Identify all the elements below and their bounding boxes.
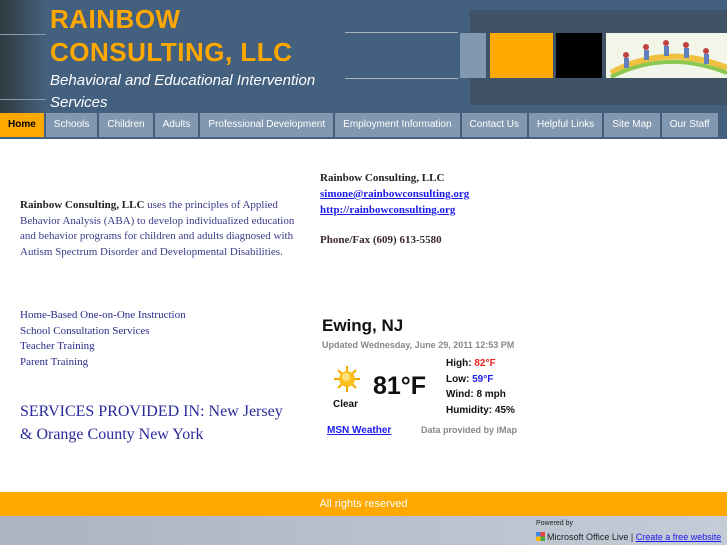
powered-by-bar: Powered by Microsoft Office Live | Creat… [0, 516, 727, 545]
powered-by-label: Powered by [536, 520, 573, 527]
create-website-link[interactable]: Create a free website [636, 532, 722, 542]
weather-updated: Updated Wednesday, June 29, 2011 12:53 P… [322, 340, 515, 350]
contact-name: Rainbow Consulting, LLC [320, 172, 445, 184]
separator: | [628, 532, 636, 542]
weather-low: Low: 59°F [446, 372, 515, 388]
divider [0, 137, 727, 139]
platform-line: Microsoft Office Live | Create a free we… [536, 532, 721, 542]
service-item: Home-Based One-on-One Instruction [20, 309, 186, 321]
nav-home[interactable]: Home [0, 113, 44, 137]
site-title: RAINBOW [50, 4, 181, 34]
high-value: 82°F [474, 358, 496, 369]
decor-square [490, 33, 553, 78]
nav-professional-development[interactable]: Professional Development [200, 113, 334, 137]
copyright: All rights reserved [319, 498, 408, 510]
nav-adults[interactable]: Adults [154, 113, 199, 137]
email-link[interactable]: simone@rainbowconsulting.org [320, 186, 469, 202]
weather-details: High: 82°F Low: 59°F Wind: 8 mph Humidit… [446, 356, 515, 418]
divider [345, 32, 458, 33]
weather-temp: 81°F [373, 372, 427, 400]
rainbow-kids-image [606, 33, 727, 78]
weather-widget: Ewing, NJ Updated Wednesday, June 29, 20… [322, 316, 532, 446]
weather-provider: Data provided by iMap [421, 425, 518, 435]
contact-block: Rainbow Consulting, LLC simone@rainbowco… [320, 170, 469, 248]
main-nav: Home Schools Children Adults Professiona… [0, 113, 727, 138]
nav-contact-us[interactable]: Contact Us [461, 113, 528, 137]
decor-square [556, 33, 602, 78]
site-subtitle: Behavioral and Educational Intervention … [50, 72, 316, 111]
weather-city: Ewing, NJ [322, 316, 404, 335]
divider [0, 34, 46, 35]
services-list: Home-Based One-on-One Instruction School… [20, 308, 186, 370]
decor-square [460, 33, 486, 78]
footer: All rights reserved [0, 492, 727, 516]
service-item: School Consultation Services [20, 324, 150, 337]
low-value: 59°F [472, 373, 494, 385]
weather-wind: Wind: 8 mph [446, 389, 506, 400]
weather-high: High: 82°F [446, 356, 515, 372]
nav-site-map[interactable]: Site Map [604, 113, 660, 137]
weather-condition: Clear [333, 399, 359, 410]
weather-humidity: Humidity: 45% [446, 404, 515, 416]
site-title: CONSULTING, LLC [50, 37, 293, 67]
header: RAINBOW CONSULTING, LLC Behavioral and E… [0, 0, 727, 113]
divider [0, 99, 46, 100]
sun-icon [334, 366, 360, 392]
divider [345, 78, 458, 79]
header-decoration [0, 0, 46, 113]
company-name: Rainbow Consulting, LLC [20, 199, 145, 211]
office-live-logo-icon [536, 532, 545, 541]
website-link[interactable]: http://rainbowconsulting.org [320, 202, 469, 218]
nav-children[interactable]: Children [99, 113, 153, 137]
high-label: High: [446, 358, 475, 369]
phone: Phone/Fax (609) 613-5580 [320, 234, 442, 246]
platform-name: Microsoft Office Live [547, 532, 629, 542]
nav-our-staff[interactable]: Our Staff [661, 113, 718, 137]
intro-paragraph: Rainbow Consulting, LLC uses the princip… [20, 198, 300, 261]
nav-schools[interactable]: Schools [45, 113, 98, 137]
service-item: Teacher Training [20, 340, 95, 353]
low-label: Low: [446, 373, 473, 385]
service-item: Parent Training [20, 355, 89, 368]
service-region: SERVICES PROVIDED IN: New Jersey & Orang… [20, 403, 283, 443]
nav-employment-information[interactable]: Employment Information [335, 113, 460, 137]
nav-helpful-links[interactable]: Helpful Links [529, 113, 603, 137]
msn-weather-link[interactable]: MSN Weather [327, 425, 391, 436]
